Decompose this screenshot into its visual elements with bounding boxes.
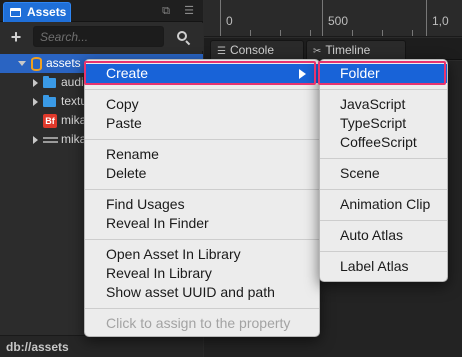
- tab-console-label: Console: [229, 43, 274, 57]
- ruler-tick: [220, 0, 221, 36]
- menu-item-label: Create: [106, 65, 149, 81]
- tab-timeline-label: Timeline: [325, 43, 371, 57]
- database-icon: [31, 57, 42, 71]
- menu-item-create[interactable]: Create: [85, 64, 319, 83]
- footer-path: db://assets: [6, 340, 69, 354]
- folder-icon: [43, 76, 56, 88]
- assets-tab-icon: [10, 8, 21, 17]
- collapse-arrow-icon[interactable]: [33, 136, 38, 144]
- menu-item-label: Rename: [106, 146, 159, 162]
- ruler-label: 500: [328, 14, 349, 28]
- menu-item-reveal-in-library[interactable]: Reveal In Library: [85, 264, 319, 283]
- menu-item-rename[interactable]: Rename: [85, 145, 319, 164]
- context-menu: Create Copy Paste Rename Delete Find Usa…: [84, 59, 320, 337]
- search-icon: [177, 31, 187, 41]
- bitmap-font-icon: Bf: [43, 114, 57, 128]
- submenu-item-scene[interactable]: Scene: [320, 164, 447, 183]
- menu-separator: [85, 308, 319, 309]
- menu-separator: [85, 89, 319, 90]
- menu-separator: [320, 89, 447, 90]
- menu-separator: [320, 251, 447, 252]
- ruler-tick: [250, 30, 251, 36]
- menu-item-label: CoffeeScript: [340, 134, 417, 150]
- assets-footer: db://assets: [0, 335, 203, 357]
- ruler-tick: [426, 0, 427, 36]
- menu-item-assign-to-property: Click to assign to the property: [85, 314, 319, 333]
- menu-item-label: Click to assign to the property: [106, 315, 291, 331]
- ruler-tick: [310, 30, 311, 36]
- menu-item-label: Find Usages: [106, 196, 185, 212]
- menu-separator: [320, 220, 447, 221]
- timeline-ruler[interactable]: 0 500 1,0: [204, 0, 462, 37]
- menu-item-label: Reveal In Finder: [106, 215, 209, 231]
- menu-item-label: Animation Clip: [340, 196, 431, 212]
- collapse-arrow-icon[interactable]: [33, 98, 38, 106]
- menu-item-find-usages[interactable]: Find Usages: [85, 195, 319, 214]
- tab-assets[interactable]: Assets: [3, 2, 71, 22]
- popout-icon[interactable]: ⧉: [160, 5, 172, 17]
- menu-item-label: JavaScript: [340, 96, 406, 112]
- ruler-label: 0: [226, 14, 233, 28]
- submenu-item-auto-atlas[interactable]: Auto Atlas: [320, 226, 447, 245]
- add-asset-button[interactable]: +: [8, 27, 24, 47]
- menu-item-show-uuid[interactable]: Show asset UUID and path: [85, 283, 319, 302]
- ruler-tick: [352, 30, 353, 36]
- tab-timeline[interactable]: ✂ Timeline: [306, 40, 406, 60]
- folder-icon: [43, 95, 56, 107]
- assets-tab-label: Assets: [27, 5, 67, 19]
- submenu-item-javascript[interactable]: JavaScript: [320, 95, 447, 114]
- submenu-item-animation-clip[interactable]: Animation Clip: [320, 195, 447, 214]
- search-input[interactable]: [33, 26, 164, 47]
- tab-console[interactable]: ☰ Console: [210, 40, 304, 60]
- create-submenu: Folder JavaScript TypeScript CoffeeScrip…: [319, 59, 448, 282]
- panel-menu-icon[interactable]: ☰: [183, 5, 195, 17]
- menu-item-copy[interactable]: Copy: [85, 95, 319, 114]
- submenu-item-coffeescript[interactable]: CoffeeScript: [320, 133, 447, 152]
- ruler-tick: [382, 30, 383, 36]
- prefab-icon: [43, 137, 58, 143]
- ruler-label: 1,0: [432, 14, 449, 28]
- menu-item-label: Scene: [340, 165, 380, 181]
- submenu-item-typescript[interactable]: TypeScript: [320, 114, 447, 133]
- submenu-item-label-atlas[interactable]: Label Atlas: [320, 257, 447, 276]
- menu-item-label: Show asset UUID and path: [106, 284, 275, 300]
- menu-item-label: Auto Atlas: [340, 227, 404, 243]
- menu-item-reveal-in-finder[interactable]: Reveal In Finder: [85, 214, 319, 233]
- assets-panel-header: Assets ⧉ ☰: [0, 0, 203, 22]
- submenu-arrow-icon: [299, 69, 306, 79]
- menu-item-label: Paste: [106, 115, 142, 131]
- collapse-arrow-icon[interactable]: [33, 79, 38, 87]
- tree-item-label: assets: [46, 56, 81, 70]
- menu-separator: [320, 189, 447, 190]
- ruler-tick: [280, 30, 281, 36]
- menu-item-paste[interactable]: Paste: [85, 114, 319, 133]
- menu-item-label: Delete: [106, 165, 147, 181]
- menu-item-label: TypeScript: [340, 115, 407, 131]
- menu-item-delete[interactable]: Delete: [85, 164, 319, 183]
- bottom-panel-tabs: ☰ Console ✂ Timeline: [204, 38, 462, 60]
- expand-arrow-icon[interactable]: [18, 61, 26, 66]
- ruler-tick: [412, 30, 413, 36]
- menu-item-label: Folder: [340, 65, 380, 81]
- menu-item-label: Open Asset In Library: [106, 246, 241, 262]
- menu-item-label: Copy: [106, 96, 139, 112]
- assets-toolbar: +: [0, 23, 203, 51]
- menu-item-label: Reveal In Library: [106, 265, 212, 281]
- menu-separator: [320, 158, 447, 159]
- search-icon-handle: [185, 40, 191, 46]
- menu-separator: [85, 139, 319, 140]
- submenu-item-folder[interactable]: Folder: [320, 64, 447, 83]
- ruler-tick: [322, 0, 323, 36]
- menu-separator: [85, 239, 319, 240]
- menu-separator: [85, 189, 319, 190]
- search-button[interactable]: [172, 27, 194, 47]
- menu-item-label: Label Atlas: [340, 258, 409, 274]
- menu-item-open-asset-in-library[interactable]: Open Asset In Library: [85, 245, 319, 264]
